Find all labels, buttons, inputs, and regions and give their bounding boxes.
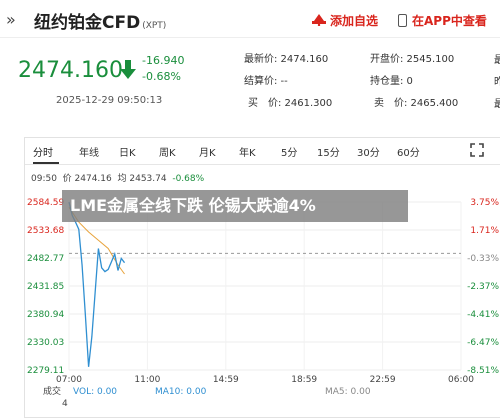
y-tick-left: 2584.59 [27, 198, 64, 208]
ma5-label: MA5: 0.00 [325, 387, 371, 397]
phone-icon [398, 14, 407, 27]
instrument-code: (XPT) [142, 21, 167, 31]
y-tick-left: 2431.85 [27, 282, 64, 292]
x-tick-label: 14:59 [213, 375, 239, 385]
chart-panel: 分时 年线 日K 周K 月K 年K 5分 15分 30分 60分 09:50 价… [24, 137, 500, 418]
active-tab-indicator [33, 162, 59, 164]
edge-label: 最 [494, 99, 500, 110]
y-tick-left: 2380.94 [27, 310, 64, 320]
page-title: 纽约铂金CFD (XPT) [34, 8, 166, 33]
crosshair-info: 09:50 价 2474.16 均 2453.74 -0.68% [31, 171, 204, 184]
edge-labels: 最 昨 最 [494, 50, 500, 116]
ask-price-field: 卖 价: 2465.400 [374, 98, 459, 109]
tab-15min[interactable]: 15分 [317, 144, 340, 159]
tab-weekly-k[interactable]: 周K [159, 144, 176, 159]
volume-axis-label: 4 [62, 399, 68, 409]
quote-summary: 2474.160 -16.940 -0.68% 2025-12-29 09:50… [0, 40, 500, 120]
bid-price-field: 买 价: 2461.300 [248, 98, 333, 109]
tab-year-line[interactable]: 年线 [79, 144, 99, 159]
tab-60min[interactable]: 60分 [397, 144, 420, 159]
y-tick-left: 2533.68 [27, 226, 64, 236]
last-price: 2474.160 [18, 58, 123, 83]
y-tick-left: 2330.03 [27, 338, 64, 348]
add-favorite-button[interactable]: 添加自选 [312, 12, 378, 29]
tab-5min[interactable]: 5分 [281, 144, 297, 159]
ma10-label: MA10: 0.00 [155, 387, 207, 397]
tab-yearly-k[interactable]: 年K [239, 144, 256, 159]
settle-price-field: 结算价: -- [244, 76, 288, 87]
info-time: 09:50 [31, 174, 57, 184]
top-bar: » 纽约铂金CFD (XPT) 添加自选 在APP中查看 [0, 0, 500, 38]
y-tick-right: 3.75% [470, 198, 499, 208]
open-in-app-button[interactable]: 在APP中查看 [398, 12, 487, 29]
period-tabs: 分时 年线 日K 周K 月K 年K 5分 15分 30分 60分 [25, 138, 500, 165]
latest-price-field: 最新价: 2474.160 [244, 54, 329, 65]
y-tick-left: 2482.77 [27, 254, 64, 264]
quote-timestamp: 2025-12-29 09:50:13 [56, 95, 163, 106]
change-amount: -16.940 [142, 54, 185, 67]
info-percent: -0.68% [172, 174, 205, 184]
y-tick-right: -2.37% [467, 282, 499, 292]
fullscreen-icon[interactable] [470, 143, 484, 157]
y-tick-right: -4.41% [467, 310, 499, 320]
y-tick-right: -0.33% [467, 254, 499, 264]
open-price-field: 开盘价: 2545.100 [370, 54, 455, 65]
change-values: -16.940 -0.68% [142, 53, 184, 85]
down-arrow-icon [120, 60, 136, 79]
tab-intraday[interactable]: 分时 [33, 144, 53, 159]
tab-daily-k[interactable]: 日K [119, 144, 136, 159]
news-headline-banner: LME金属全线下跌 伦锡大跌逾4% [62, 190, 408, 222]
edge-label: 最 [494, 55, 500, 66]
x-tick-label: 11:00 [134, 375, 160, 385]
tab-monthly-k[interactable]: 月K [199, 144, 216, 159]
x-tick-label: 06:00 [448, 375, 474, 385]
x-tick-label: 07:00 [56, 375, 82, 385]
change-percent: -0.68% [142, 70, 181, 83]
info-avg: 均 2453.74 [117, 174, 167, 184]
edge-label: 昨 [494, 77, 500, 88]
instrument-name: 纽约铂金CFD [34, 13, 141, 33]
open-interest-field: 持仓量: 0 [370, 76, 413, 87]
volume-label: 成交 [43, 385, 61, 397]
info-price: 价 2474.16 [62, 174, 112, 184]
x-tick-label: 22:59 [370, 375, 396, 385]
add-favorite-label: 添加自选 [330, 14, 379, 28]
y-tick-right: -6.47% [467, 338, 499, 348]
bell-icon [312, 14, 326, 26]
open-in-app-label: 在APP中查看 [412, 14, 487, 28]
chevrons-left-icon[interactable]: » [6, 10, 16, 29]
vol-value-label: VOL: 0.00 [73, 387, 117, 397]
x-tick-label: 18:59 [291, 375, 317, 385]
y-tick-right: 1.71% [470, 226, 499, 236]
tab-30min[interactable]: 30分 [357, 144, 380, 159]
